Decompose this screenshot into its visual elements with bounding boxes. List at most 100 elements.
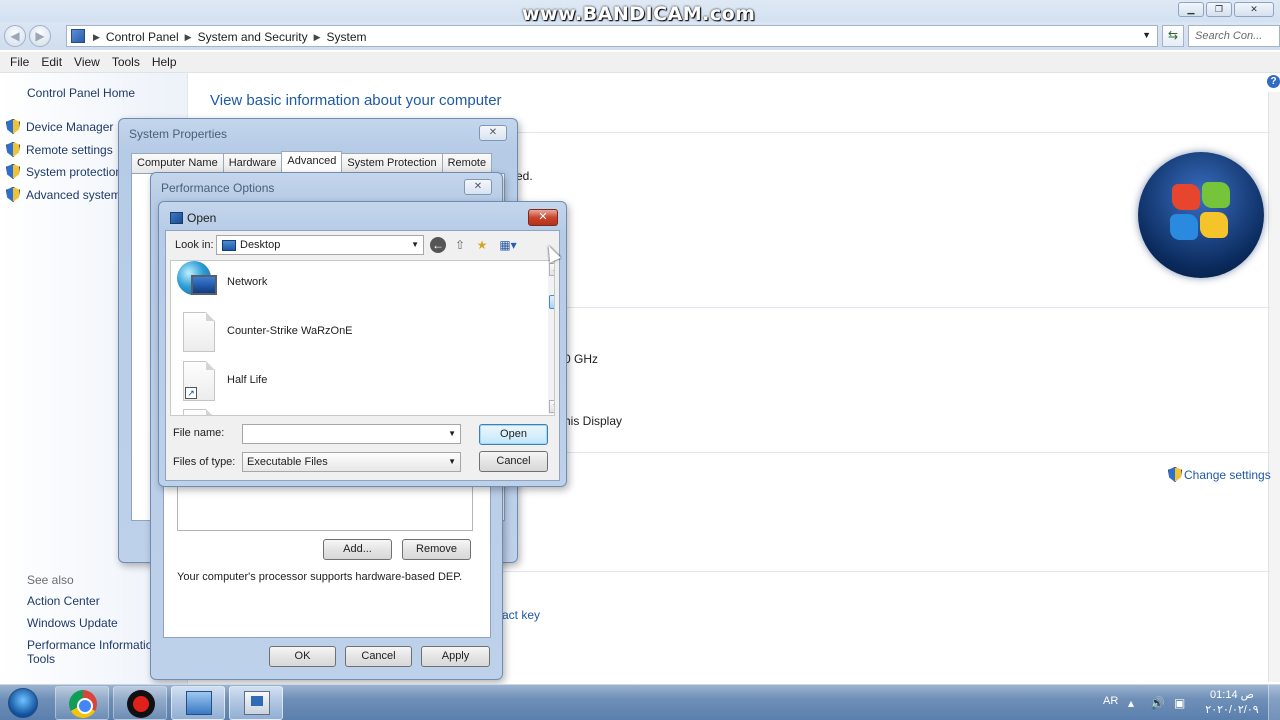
- menu-tools[interactable]: Tools: [106, 52, 146, 72]
- menu-file[interactable]: File: [4, 52, 35, 72]
- record-icon: [127, 690, 155, 718]
- device-manager-link[interactable]: Device Manager: [6, 119, 113, 134]
- file-name-input[interactable]: ▼: [242, 424, 461, 444]
- chevron-down-icon: ▼: [448, 457, 456, 466]
- window-titlebar: www.BANDICAM.com ▁ ❐ ✕: [0, 0, 1280, 25]
- chevron-right-icon[interactable]: ▶: [314, 30, 321, 44]
- action-center-link[interactable]: Action Center: [27, 594, 100, 608]
- minimize-button[interactable]: ▁: [1178, 2, 1204, 17]
- address-bar[interactable]: ▶ Control Panel ▶ System and Security ▶ …: [66, 25, 1158, 47]
- close-button[interactable]: ✕: [1234, 2, 1274, 17]
- file-name-half-life[interactable]: Half Life: [227, 374, 267, 386]
- apply-button[interactable]: Apply: [421, 646, 490, 667]
- remote-settings-link[interactable]: Remote settings: [6, 142, 113, 157]
- tab-hardware[interactable]: Hardware: [222, 153, 283, 174]
- network-tray-icon[interactable]: ▣: [1174, 696, 1185, 710]
- shield-icon: [6, 119, 20, 134]
- clock[interactable]: 01:14 ص ٢٠٢٠/٠٢/٠٩: [1202, 688, 1262, 718]
- new-folder-icon[interactable]: ★: [474, 237, 490, 253]
- windows-orb-icon: [8, 688, 38, 718]
- time: 01:14 ص: [1210, 689, 1254, 701]
- tab-system-protection[interactable]: System Protection: [341, 153, 443, 174]
- chevron-down-icon[interactable]: ▼: [1142, 30, 1151, 40]
- files-of-type-label: Files of type:: [173, 456, 236, 468]
- volume-icon[interactable]: 🔊: [1150, 696, 1165, 710]
- help-icon[interactable]: ?: [1267, 75, 1280, 88]
- file-name-label: File name:: [173, 427, 225, 439]
- scroll-down-arrow-icon[interactable]: ▼: [549, 400, 554, 413]
- menu-edit[interactable]: Edit: [35, 52, 68, 72]
- breadcrumb: ▶ Control Panel ▶ System and Security ▶ …: [93, 30, 367, 44]
- chevron-down-icon[interactable]: ▼: [448, 429, 456, 438]
- breadcrumb-control-panel[interactable]: Control Panel: [106, 30, 179, 44]
- main-scrollbar[interactable]: [1268, 92, 1280, 682]
- change-settings-link[interactable]: Change settings: [1168, 467, 1271, 482]
- breadcrumb-system-and-security[interactable]: System and Security: [198, 30, 308, 44]
- file-list[interactable]: Network Counter-Strike WaRzOnE ↗ Half Li…: [170, 260, 555, 416]
- add-button[interactable]: Add...: [323, 539, 392, 560]
- show-desktop-button[interactable]: [1268, 685, 1280, 720]
- scroll-thumb[interactable]: [549, 295, 554, 309]
- cancel-button[interactable]: Cancel: [479, 451, 548, 472]
- open-file-dialog: Open ✕ Look in: Desktop ▼ ← ⇧ ★ ▦▾ Netwo…: [158, 201, 567, 487]
- open-button[interactable]: Open: [479, 424, 548, 445]
- back-icon[interactable]: ←: [430, 237, 446, 253]
- taskbar-bandicam[interactable]: [113, 686, 167, 720]
- back-button[interactable]: ◀: [4, 25, 26, 47]
- chevron-right-icon[interactable]: ▶: [185, 30, 192, 44]
- refresh-button[interactable]: ⇆: [1162, 25, 1184, 47]
- close-button[interactable]: ✕: [479, 125, 507, 141]
- chevron-right-icon[interactable]: ▶: [93, 30, 100, 44]
- taskbar-chrome[interactable]: [55, 686, 109, 720]
- start-button[interactable]: [2, 686, 46, 720]
- taskbar-control-panel[interactable]: [171, 686, 225, 720]
- look-in-dropdown[interactable]: Desktop ▼: [216, 235, 424, 255]
- dialog-title: Performance Options: [161, 181, 275, 195]
- show-hidden-icons-icon[interactable]: ▴: [1128, 696, 1134, 710]
- file-name-counter-strike[interactable]: Counter-Strike WaRzOnE: [227, 325, 353, 337]
- view-menu-icon[interactable]: ▦▾: [496, 237, 520, 253]
- shield-icon: [1168, 467, 1182, 482]
- pen-touch-text-fragment: his Display: [564, 414, 623, 428]
- close-button[interactable]: ✕: [528, 209, 558, 226]
- menu-view[interactable]: View: [68, 52, 106, 72]
- ok-button[interactable]: OK: [269, 646, 336, 667]
- list-item[interactable]: [183, 409, 215, 415]
- look-in-label: Look in:: [175, 239, 214, 251]
- dialog-title: Open: [187, 211, 217, 225]
- windows-update-link[interactable]: Windows Update: [27, 616, 118, 630]
- search-input[interactable]: Search Con...: [1188, 25, 1280, 47]
- chrome-icon: [69, 690, 97, 718]
- cancel-button[interactable]: Cancel: [345, 646, 412, 667]
- tab-computer-name[interactable]: Computer Name: [131, 153, 224, 174]
- breadcrumb-system[interactable]: System: [327, 30, 367, 44]
- up-folder-icon[interactable]: ⇧: [452, 237, 468, 253]
- maximize-button[interactable]: ❐: [1206, 2, 1232, 17]
- network-icon: [177, 261, 221, 303]
- advanced-system-settings-link[interactable]: Advanced system: [6, 187, 121, 202]
- close-button[interactable]: ✕: [464, 179, 492, 195]
- system-properties-icon: [244, 691, 270, 715]
- system-protection-link[interactable]: System protection: [6, 164, 122, 179]
- menu-help[interactable]: Help: [146, 52, 183, 72]
- list-item[interactable]: [183, 312, 215, 352]
- files-of-type-dropdown[interactable]: Executable Files ▼: [242, 452, 461, 472]
- remove-button[interactable]: Remove: [402, 539, 471, 560]
- forward-button[interactable]: ▶: [29, 25, 51, 47]
- file-name-network[interactable]: Network: [227, 276, 267, 288]
- file-list-scrollbar[interactable]: ▲ ▼: [548, 262, 554, 414]
- control-panel-home-link[interactable]: Control Panel Home: [27, 86, 135, 100]
- product-key-link-fragment[interactable]: act key: [502, 608, 540, 622]
- windows-logo-icon: [1138, 152, 1264, 278]
- page-title: View basic information about your comput…: [210, 92, 502, 109]
- scroll-up-arrow-icon[interactable]: ▲: [549, 263, 554, 276]
- tab-advanced[interactable]: Advanced: [281, 151, 343, 172]
- taskbar-system-properties[interactable]: [229, 686, 283, 720]
- list-item[interactable]: ↗: [183, 361, 215, 401]
- language-indicator[interactable]: AR: [1103, 695, 1118, 707]
- performance-information-link-line2[interactable]: Tools: [27, 652, 55, 666]
- see-also-heading: See also: [27, 573, 74, 587]
- tab-remote[interactable]: Remote: [441, 153, 493, 174]
- shortcut-file-icon: ↗: [183, 361, 215, 401]
- list-item[interactable]: [177, 261, 221, 303]
